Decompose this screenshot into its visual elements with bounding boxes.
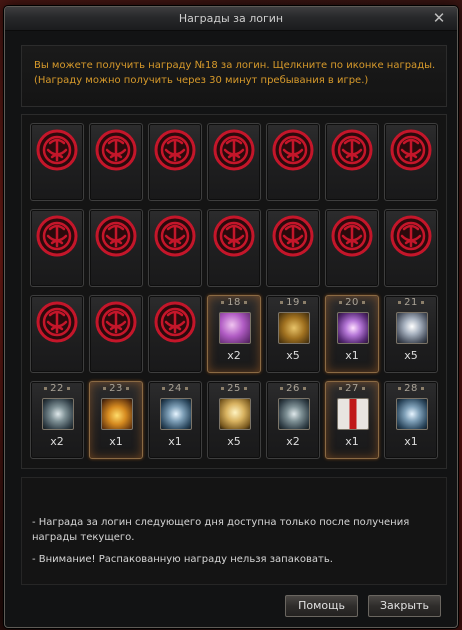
red-seal-icon xyxy=(36,129,78,171)
reward-quantity: x5 xyxy=(404,349,418,362)
reward-quantity: x1 xyxy=(168,435,182,448)
reward-tile-claimed[interactable] xyxy=(266,123,320,201)
red-seal-icon xyxy=(36,215,78,257)
reward-day-number: 23 xyxy=(90,383,142,394)
reward-quantity: x2 xyxy=(227,349,241,362)
reward-tile-claimed[interactable] xyxy=(148,209,202,287)
reward-tile-claimed[interactable] xyxy=(207,209,261,287)
note-line-3: - Внимание! Распакованную награду нельзя… xyxy=(32,554,333,565)
reward-day-number: 24 xyxy=(149,383,201,394)
reward-tile-claimed[interactable] xyxy=(266,209,320,287)
window-titlebar[interactable]: Награды за логин ✕ xyxy=(5,7,457,31)
reward-tile-day-19[interactable]: 19 x5 xyxy=(266,295,320,373)
silver-crystal-icon xyxy=(396,312,428,344)
reward-tile-claimed[interactable] xyxy=(325,209,379,287)
red-seal-icon xyxy=(154,301,196,343)
info-text-line-2: (Награду можно получить через 30 минут п… xyxy=(34,75,369,86)
red-seal-icon xyxy=(213,215,255,257)
reward-tile-claimed[interactable] xyxy=(30,209,84,287)
reward-tile-day-28[interactable]: 28 x1 xyxy=(384,381,438,459)
info-panel: Вы можете получить награду №18 за логин.… xyxy=(21,45,447,107)
reward-tile-claimed[interactable] xyxy=(30,123,84,201)
reward-tile-claimed[interactable] xyxy=(148,295,202,373)
red-seal-icon xyxy=(213,129,255,171)
red-seal-icon xyxy=(95,215,137,257)
close-icon[interactable]: ✕ xyxy=(431,10,447,26)
reward-tile-claimed[interactable] xyxy=(384,209,438,287)
reward-tile-day-23[interactable]: 23 x1 xyxy=(89,381,143,459)
red-seal-icon xyxy=(154,129,196,171)
red-seal-icon xyxy=(95,129,137,171)
reward-tile-day-20[interactable]: 20 x1 xyxy=(325,295,379,373)
reward-tile-claimed[interactable] xyxy=(89,123,143,201)
login-rewards-window: Награды за логин ✕ Вы можете получить на… xyxy=(4,6,458,628)
reward-quantity: x5 xyxy=(227,435,241,448)
reward-day-number: 27 xyxy=(326,383,378,394)
reward-quantity: x2 xyxy=(286,435,300,448)
reward-tile-day-21[interactable]: 21 x5 xyxy=(384,295,438,373)
red-seal-icon xyxy=(154,215,196,257)
pink-crystal-icon xyxy=(219,312,251,344)
info-text-line-1: Вы можете получить награду №18 за логин.… xyxy=(34,60,436,71)
reward-tile-day-27[interactable]: 27 x1 xyxy=(325,381,379,459)
reward-tile-claimed[interactable] xyxy=(207,123,261,201)
steel-scroll-icon xyxy=(42,398,74,430)
steel-scroll-icon xyxy=(278,398,310,430)
reward-tile-claimed[interactable] xyxy=(325,123,379,201)
blue-scroll-icon xyxy=(396,398,428,430)
help-button[interactable]: Помощь xyxy=(285,595,358,617)
reward-quantity: x1 xyxy=(345,349,359,362)
reward-tile-claimed[interactable] xyxy=(30,295,84,373)
reward-tile-claimed[interactable] xyxy=(89,209,143,287)
gold-crystal-icon xyxy=(219,398,251,430)
reward-tile-claimed[interactable] xyxy=(89,295,143,373)
reward-tile-claimed[interactable] xyxy=(148,123,202,201)
red-seal-icon xyxy=(95,301,137,343)
notes-panel: - Награда за логин следующего дня доступ… xyxy=(21,477,447,585)
close-button[interactable]: Закрыть xyxy=(368,595,441,617)
reward-quantity: x2 xyxy=(50,435,64,448)
violet-scroll-icon xyxy=(337,312,369,344)
note-line-1: - Награда за логин следующего дня доступ… xyxy=(32,517,410,528)
blue-scroll-icon xyxy=(160,398,192,430)
reward-quantity: x5 xyxy=(286,349,300,362)
reward-day-number: 21 xyxy=(385,297,437,308)
red-seal-icon xyxy=(390,215,432,257)
red-seal-icon xyxy=(36,301,78,343)
reward-day-number: 20 xyxy=(326,297,378,308)
gold-scroll-icon xyxy=(278,312,310,344)
window-title: Награды за логин xyxy=(178,12,284,25)
reward-tile-day-22[interactable]: 22 x2 xyxy=(30,381,84,459)
reward-tile-day-26[interactable]: 26 x2 xyxy=(266,381,320,459)
red-seal-icon xyxy=(331,215,373,257)
note-line-2: награды текущего. xyxy=(32,532,135,543)
reward-tile-day-25[interactable]: 25 x5 xyxy=(207,381,261,459)
reward-day-number: 25 xyxy=(208,383,260,394)
reward-day-number: 19 xyxy=(267,297,319,308)
reward-quantity: x1 xyxy=(345,435,359,448)
reward-grid: 18 x2 19 x5 20 x1 21 x5 22 x2 23 x1 24 x1 25 x5 26 x2 27 x1… xyxy=(21,114,447,469)
gift-box-icon xyxy=(337,398,369,430)
red-seal-icon xyxy=(272,215,314,257)
reward-tile-claimed[interactable] xyxy=(384,123,438,201)
treasure-chest-icon xyxy=(101,398,133,430)
red-seal-icon xyxy=(272,129,314,171)
reward-tile-day-24[interactable]: 24 x1 xyxy=(148,381,202,459)
reward-quantity: x1 xyxy=(404,435,418,448)
reward-day-number: 26 xyxy=(267,383,319,394)
red-seal-icon xyxy=(331,129,373,171)
reward-day-number: 22 xyxy=(31,383,83,394)
reward-day-number: 18 xyxy=(208,297,260,308)
reward-tile-day-18[interactable]: 18 x2 xyxy=(207,295,261,373)
red-seal-icon xyxy=(390,129,432,171)
reward-quantity: x1 xyxy=(109,435,123,448)
reward-day-number: 28 xyxy=(385,383,437,394)
